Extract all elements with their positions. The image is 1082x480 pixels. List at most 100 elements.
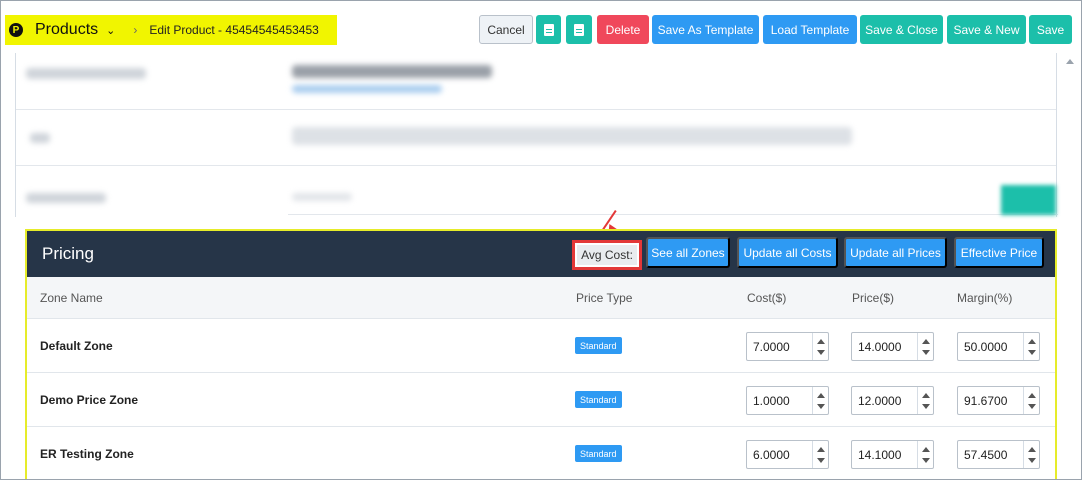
price-input[interactable] [852, 441, 918, 468]
column-header-cost: Cost($) [747, 291, 787, 305]
blurred-label [30, 133, 50, 143]
divider [16, 109, 1056, 110]
price-input[interactable] [852, 333, 918, 360]
table-row: Default Zone Standard [27, 319, 1055, 373]
spinner[interactable] [917, 333, 933, 360]
page-title[interactable]: Products [35, 21, 98, 39]
logo-icon: P [9, 23, 23, 37]
app-window: P Products ⌄ › Edit Product - 4545454545… [0, 0, 1082, 480]
spin-down-icon[interactable] [817, 350, 825, 355]
cost-input[interactable] [747, 333, 813, 360]
margin-stepper[interactable] [957, 440, 1040, 469]
update-all-prices-button[interactable]: Update all Prices [844, 237, 947, 268]
zone-name: ER Testing Zone [40, 447, 134, 461]
column-header-margin: Margin(%) [957, 291, 1013, 305]
margin-stepper[interactable] [957, 332, 1040, 361]
avg-cost-highlight: Avg Cost: [572, 240, 642, 270]
save-as-template-button[interactable]: Save As Template [652, 15, 759, 44]
top-toolbar: P Products ⌄ › Edit Product - 4545454545… [1, 1, 1081, 53]
spin-down-icon[interactable] [817, 404, 825, 409]
spinner[interactable] [1023, 441, 1039, 468]
price-type-badge: Standard [575, 337, 622, 354]
effective-price-button[interactable]: Effective Price [954, 237, 1044, 268]
breadcrumb: Edit Product - 45454545453453 [149, 23, 319, 37]
table-row: Demo Price Zone Standard [27, 373, 1055, 427]
table-row: ER Testing Zone Standard [27, 427, 1055, 479]
cost-stepper[interactable] [746, 440, 829, 469]
price-input[interactable] [852, 387, 918, 414]
pricing-header: Pricing Avg Cost: See all Zones Update a… [27, 231, 1055, 277]
add-file-icon [543, 23, 554, 36]
delete-button[interactable]: Delete [597, 15, 649, 44]
spin-down-icon[interactable] [817, 458, 825, 463]
save-new-button[interactable]: Save & New [947, 15, 1026, 44]
column-header-price-type: Price Type [576, 291, 633, 305]
cost-stepper[interactable] [746, 332, 829, 361]
spin-down-icon[interactable] [922, 350, 930, 355]
copy-document-button[interactable] [566, 15, 592, 44]
blurred-tags [292, 127, 852, 145]
spin-down-icon[interactable] [1028, 350, 1036, 355]
spin-up-icon[interactable] [922, 447, 930, 452]
save-close-button[interactable]: Save & Close [860, 15, 943, 44]
chevron-down-icon[interactable]: ⌄ [106, 24, 115, 37]
spin-down-icon[interactable] [922, 458, 930, 463]
cost-stepper[interactable] [746, 386, 829, 415]
price-stepper[interactable] [851, 332, 934, 361]
spin-up-icon[interactable] [817, 339, 825, 344]
spin-up-icon[interactable] [922, 393, 930, 398]
save-button[interactable]: Save [1029, 15, 1072, 44]
spinner[interactable] [812, 387, 828, 414]
cost-input[interactable] [747, 387, 813, 414]
blurred-label [26, 68, 146, 79]
margin-input[interactable] [958, 441, 1024, 468]
spin-up-icon[interactable] [1028, 393, 1036, 398]
spinner[interactable] [917, 387, 933, 414]
zone-name: Demo Price Zone [40, 393, 139, 407]
see-all-zones-button[interactable]: See all Zones [646, 237, 730, 268]
spin-up-icon[interactable] [817, 393, 825, 398]
column-header-price: Price($) [852, 291, 895, 305]
blurred-value [292, 193, 352, 201]
price-type-badge: Standard [575, 445, 622, 462]
divider [16, 165, 1056, 166]
price-stepper[interactable] [851, 386, 934, 415]
spinner[interactable] [812, 333, 828, 360]
spinner[interactable] [1023, 387, 1039, 414]
pricing-title: Pricing [42, 244, 94, 263]
price-type-badge: Standard [575, 391, 622, 408]
avg-cost-label: Avg Cost: [577, 245, 637, 265]
spin-up-icon[interactable] [817, 447, 825, 452]
scroll-up-arrow-icon[interactable] [1066, 59, 1074, 64]
table-header: Zone Name Price Type Cost($) Price($) Ma… [27, 277, 1055, 319]
spin-down-icon[interactable] [1028, 404, 1036, 409]
file-icon [574, 23, 584, 36]
spin-down-icon[interactable] [922, 404, 930, 409]
column-header-zone-name: Zone Name [40, 291, 103, 305]
load-template-button[interactable]: Load Template [763, 15, 857, 44]
cancel-button[interactable]: Cancel [479, 15, 533, 44]
margin-input[interactable] [958, 333, 1024, 360]
price-stepper[interactable] [851, 440, 934, 469]
cost-input[interactable] [747, 441, 813, 468]
title-highlight: P Products ⌄ › Edit Product - 4545454545… [5, 15, 337, 45]
blurred-link [292, 85, 442, 93]
blurred-form-section [15, 53, 1058, 217]
spin-up-icon[interactable] [922, 339, 930, 344]
spin-up-icon[interactable] [1028, 339, 1036, 344]
divider [288, 214, 1058, 215]
spinner[interactable] [917, 441, 933, 468]
new-document-button[interactable] [536, 15, 561, 44]
pricing-panel: Pricing Avg Cost: See all Zones Update a… [25, 229, 1057, 479]
margin-input[interactable] [958, 387, 1024, 414]
chevron-right-icon: › [133, 23, 138, 37]
update-all-costs-button[interactable]: Update all Costs [737, 237, 838, 268]
zone-name: Default Zone [40, 339, 113, 353]
margin-stepper[interactable] [957, 386, 1040, 415]
spinner[interactable] [1023, 333, 1039, 360]
blurred-label [26, 193, 106, 203]
spin-up-icon[interactable] [1028, 447, 1036, 452]
blurred-value [292, 65, 492, 78]
spinner[interactable] [812, 441, 828, 468]
spin-down-icon[interactable] [1028, 458, 1036, 463]
